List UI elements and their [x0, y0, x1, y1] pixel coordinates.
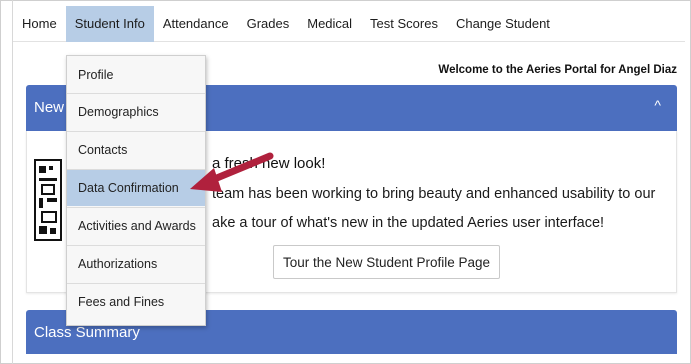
class-summary-title: Class Summary [34, 324, 140, 341]
news-card-title: New [34, 99, 65, 116]
nav-attendance[interactable]: Attendance [154, 6, 238, 42]
nav-grades[interactable]: Grades [238, 6, 299, 42]
menu-item-demographics[interactable]: Demographics [67, 94, 205, 130]
welcome-message: Welcome to the Aeries Portal for Angel D… [438, 64, 677, 76]
left-divider [12, 0, 13, 364]
qr-code-icon [34, 159, 62, 241]
nav-student-info[interactable]: Student Info [65, 5, 154, 42]
top-nav: Home Student Info Attendance Grades Medi… [13, 5, 685, 42]
menu-item-activities-awards[interactable]: Activities and Awards [67, 208, 205, 244]
nav-change-student[interactable]: Change Student [447, 6, 559, 42]
menu-item-data-confirmation[interactable]: Data Confirmation [67, 170, 205, 206]
menu-item-profile[interactable]: Profile [67, 57, 205, 93]
tour-profile-button[interactable]: Tour the New Student Profile Page [273, 245, 500, 279]
nav-medical[interactable]: Medical [298, 6, 361, 42]
news-paragraph-line1: team has been working to bring beauty an… [212, 186, 656, 202]
menu-item-authorizations[interactable]: Authorizations [67, 246, 205, 282]
news-paragraph-line2: ake a tour of what's new in the updated … [212, 215, 605, 231]
student-info-dropdown: Profile Demographics Contacts Data Confi… [66, 55, 206, 326]
nav-home[interactable]: Home [13, 6, 66, 42]
chevron-up-icon[interactable]: ^ [654, 97, 661, 113]
news-headline: a fresh new look! [212, 155, 326, 172]
menu-item-fees-fines[interactable]: Fees and Fines [67, 284, 205, 320]
menu-item-contacts[interactable]: Contacts [67, 132, 205, 168]
nav-test-scores[interactable]: Test Scores [361, 6, 447, 42]
